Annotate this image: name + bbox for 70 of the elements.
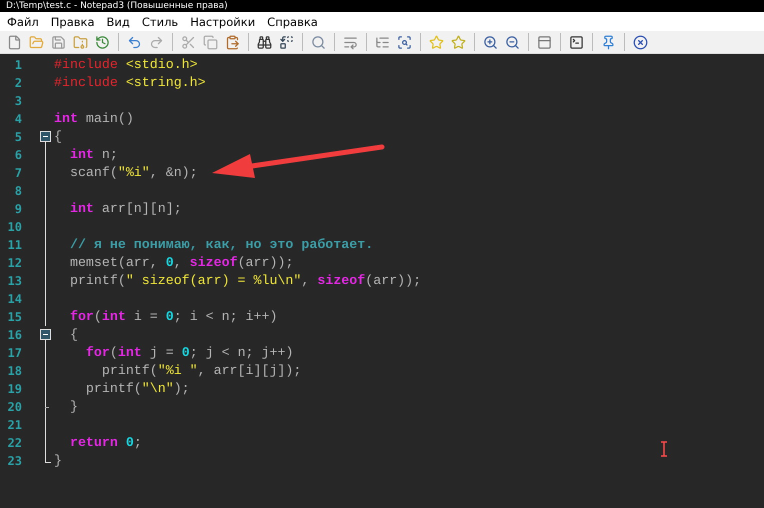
line-number: 5: [14, 130, 22, 144]
code-line: }: [54, 452, 62, 470]
open-folder-icon[interactable]: [28, 34, 45, 50]
line-number: 10: [6, 220, 22, 234]
line-number: 7: [14, 166, 22, 180]
line-number: 11: [6, 238, 22, 252]
paste-icon[interactable]: [224, 34, 241, 50]
code-line: memset(arr, 0, sizeof(arr));: [68, 254, 294, 272]
menu-item[interactable]: Стиль: [136, 14, 184, 30]
line-number: 15: [6, 310, 22, 324]
code-line: {: [68, 326, 78, 344]
line-number: 20: [6, 400, 22, 414]
line-number: 2: [14, 76, 22, 90]
code-line: #include <stdio.h>: [54, 56, 198, 74]
line-number: 19: [6, 382, 22, 396]
menu-item[interactable]: Справка: [262, 14, 323, 30]
star-icon[interactable]: [428, 34, 445, 50]
panel-icon[interactable]: [536, 34, 553, 50]
zoom-out-icon[interactable]: [504, 34, 521, 50]
zoom-in-icon[interactable]: [482, 34, 499, 50]
cut-icon[interactable]: [180, 34, 197, 50]
line-number: 3: [14, 94, 22, 108]
search-icon[interactable]: [310, 34, 327, 50]
line-number: 13: [6, 274, 22, 288]
menu-item[interactable]: Правка: [46, 14, 100, 30]
line-number: 21: [6, 418, 22, 432]
code-line: printf("\n");: [84, 380, 190, 398]
menu-item[interactable]: Вид: [102, 14, 135, 30]
line-number: 9: [14, 202, 22, 216]
fold-toggle-icon[interactable]: [40, 329, 51, 340]
line-number: 18: [6, 364, 22, 378]
window-title: D:\Temp\test.c - Notepad3 (Повышенные права): [6, 0, 228, 12]
line-number: 8: [14, 184, 22, 198]
text-cursor-icon: [660, 441, 668, 457]
code-line: int main(): [54, 110, 134, 128]
code-line: for(int i = 0; i < n; i++): [68, 308, 278, 326]
zoom-fit-icon[interactable]: [396, 34, 413, 50]
save-icon[interactable]: [50, 34, 67, 50]
line-number: 17: [6, 346, 22, 360]
fold-toggle-icon[interactable]: [40, 131, 51, 142]
code-line: #include <string.h>: [54, 74, 206, 92]
code-line: scanf("%i", &n);: [68, 164, 198, 182]
folder-save-icon[interactable]: [72, 34, 89, 50]
line-number: 1: [14, 58, 22, 72]
binoculars-icon[interactable]: [256, 34, 273, 50]
line-number: 12: [6, 256, 22, 270]
close-icon[interactable]: [632, 34, 649, 50]
menu-item[interactable]: Файл: [2, 14, 44, 30]
code-line: printf(" sizeof(arr) = %lu\n", sizeof(arr));: [68, 272, 422, 290]
code-line: {: [54, 128, 62, 146]
code-line: printf("%i ", arr[i][j]);: [100, 362, 302, 380]
line-number: 23: [6, 454, 22, 468]
code-line: int arr[n][n];: [68, 200, 182, 218]
code-line: // я не понимаю, как, но это работает.: [68, 236, 374, 254]
code-line: }: [68, 398, 78, 416]
code-line: for(int j = 0; j < n; j++): [84, 344, 294, 362]
line-number: 14: [6, 292, 22, 306]
code-line: int n;: [68, 146, 118, 164]
history-icon[interactable]: [94, 34, 111, 50]
line-number: 6: [14, 148, 22, 162]
line-number: 4: [14, 112, 22, 126]
star-plus-icon[interactable]: [450, 34, 467, 50]
terminal-icon[interactable]: [568, 34, 585, 50]
line-number: 16: [6, 328, 22, 342]
line-number: 22: [6, 436, 22, 450]
replace-icon[interactable]: [278, 34, 295, 50]
menu-item[interactable]: Настройки: [185, 14, 260, 30]
new-file-icon[interactable]: [6, 34, 23, 50]
copy-icon[interactable]: [202, 34, 219, 50]
code-line: return 0;: [68, 434, 142, 452]
